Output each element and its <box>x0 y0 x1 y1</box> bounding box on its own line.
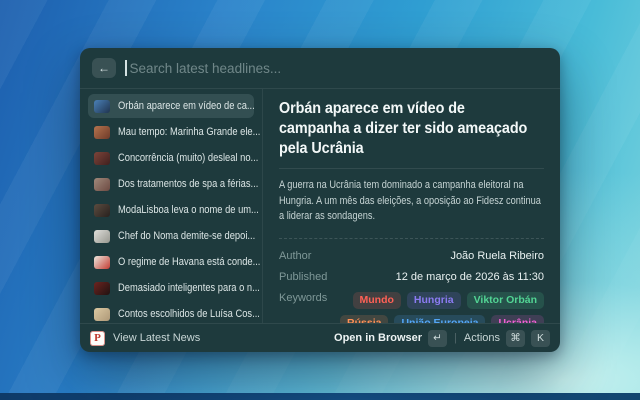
k-key-icon: K <box>531 330 550 347</box>
back-button[interactable]: ← <box>92 58 116 78</box>
headline-list-item[interactable]: Dos tratamentos de spa a férias... <box>88 172 254 196</box>
headline-list-item[interactable]: O regime de Havana está conde... <box>88 250 254 274</box>
headline-list-item[interactable]: Demasiado inteligentes para o n... <box>88 276 254 300</box>
author-label: Author <box>279 250 311 262</box>
keyword-tag: Viktor Orbán <box>467 292 544 309</box>
text-cursor <box>125 60 127 76</box>
headline-label: O regime de Havana está conde... <box>118 256 260 268</box>
published-label: Published <box>279 271 327 283</box>
title-divider <box>279 168 544 169</box>
keyword-tag: Hungria <box>407 292 461 309</box>
headline-list: Orbán aparece em vídeo de ca... Mau tempo… <box>80 89 262 323</box>
headline-thumbnail-icon <box>94 152 110 165</box>
action-bar: P View Latest News Open in Browser ↵ | A… <box>80 323 560 352</box>
headline-label: Demasiado inteligentes para o n... <box>118 282 260 294</box>
wallpaper-bottom-band <box>0 393 640 400</box>
search-input[interactable] <box>128 61 549 76</box>
headline-list-item[interactable]: Chef do Noma demite-se depoi... <box>88 224 254 248</box>
meta-row-published: Published 12 de março de 2026 às 11:30 <box>279 271 544 283</box>
keyword-tags: Mundo Hungria Viktor Orbán Rússia União Euro… <box>327 292 544 324</box>
headline-thumbnail-icon <box>94 282 110 295</box>
headline-thumbnail-icon <box>94 178 110 191</box>
back-arrow-icon: ← <box>98 58 110 78</box>
published-value: 12 de março de 2026 às 11:30 <box>396 271 544 283</box>
window-body: Orbán aparece em vídeo de ca... Mau tempo… <box>80 89 560 323</box>
headline-label: Contos escolhidos de Luísa Cos... <box>118 308 260 320</box>
headline-list-item[interactable]: Concorrência (muito) desleal no... <box>88 146 254 170</box>
article-title: Orbán aparece em vídeo de campanha a diz… <box>279 99 549 159</box>
headline-label: Concorrência (muito) desleal no... <box>118 152 258 164</box>
headline-label: Chef do Noma demite-se depoi... <box>118 230 255 242</box>
metadata-divider <box>279 238 544 239</box>
actions-button[interactable]: Actions ⌘ K <box>464 330 550 347</box>
footer-separator: | <box>454 332 457 344</box>
cmd-key-icon: ⌘ <box>506 330 525 347</box>
keyword-tag: Mundo <box>353 292 401 309</box>
headline-list-item[interactable]: ModaLisboa leva o nome de um... <box>88 198 254 222</box>
desktop-background: ← Orbán aparece em vídeo de ca... Mau tem… <box>0 0 640 400</box>
headline-label: ModaLisboa leva o nome de um... <box>118 204 259 216</box>
headline-label: Orbán aparece em vídeo de ca... <box>118 100 255 112</box>
keyword-tag: Rússia <box>340 315 388 324</box>
headline-thumbnail-icon <box>94 100 110 113</box>
source-indicator: P View Latest News <box>90 331 200 346</box>
headline-thumbnail-icon <box>94 204 110 217</box>
headline-list-item[interactable]: Orbán aparece em vídeo de ca... <box>88 94 254 118</box>
search-header: ← <box>80 48 560 89</box>
meta-row-author: Author João Ruela Ribeiro <box>279 250 544 262</box>
search-field-area <box>125 60 548 76</box>
open-in-browser-button[interactable]: Open in Browser ↵ <box>334 330 447 347</box>
headline-label: Dos tratamentos de spa a férias... <box>118 178 258 190</box>
keywords-label: Keywords <box>279 292 327 304</box>
headline-thumbnail-icon <box>94 126 110 139</box>
news-search-window: ← Orbán aparece em vídeo de ca... Mau tem… <box>80 48 560 352</box>
keyword-tag: Ucrânia <box>491 315 544 324</box>
enter-key-icon: ↵ <box>428 330 447 347</box>
publico-logo-icon: P <box>90 331 105 346</box>
headline-thumbnail-icon <box>94 256 110 269</box>
article-summary: A guerra na Ucrânia tem dominado a campa… <box>279 178 549 225</box>
source-label: View Latest News <box>113 332 200 344</box>
article-detail-panel: Orbán aparece em vídeo de campanha a diz… <box>262 89 560 323</box>
headline-list-item[interactable]: Mau tempo: Marinha Grande ele... <box>88 120 254 144</box>
headline-thumbnail-icon <box>94 230 110 243</box>
action-bar-right: Open in Browser ↵ | Actions ⌘ K <box>334 330 550 347</box>
author-value: João Ruela Ribeiro <box>450 250 544 262</box>
headline-label: Mau tempo: Marinha Grande ele... <box>118 126 260 138</box>
headline-thumbnail-icon <box>94 308 110 321</box>
meta-row-keywords: Keywords Mundo Hungria Viktor Orbán Rússia U… <box>279 292 544 324</box>
keyword-tag: União Europeia <box>394 315 485 324</box>
